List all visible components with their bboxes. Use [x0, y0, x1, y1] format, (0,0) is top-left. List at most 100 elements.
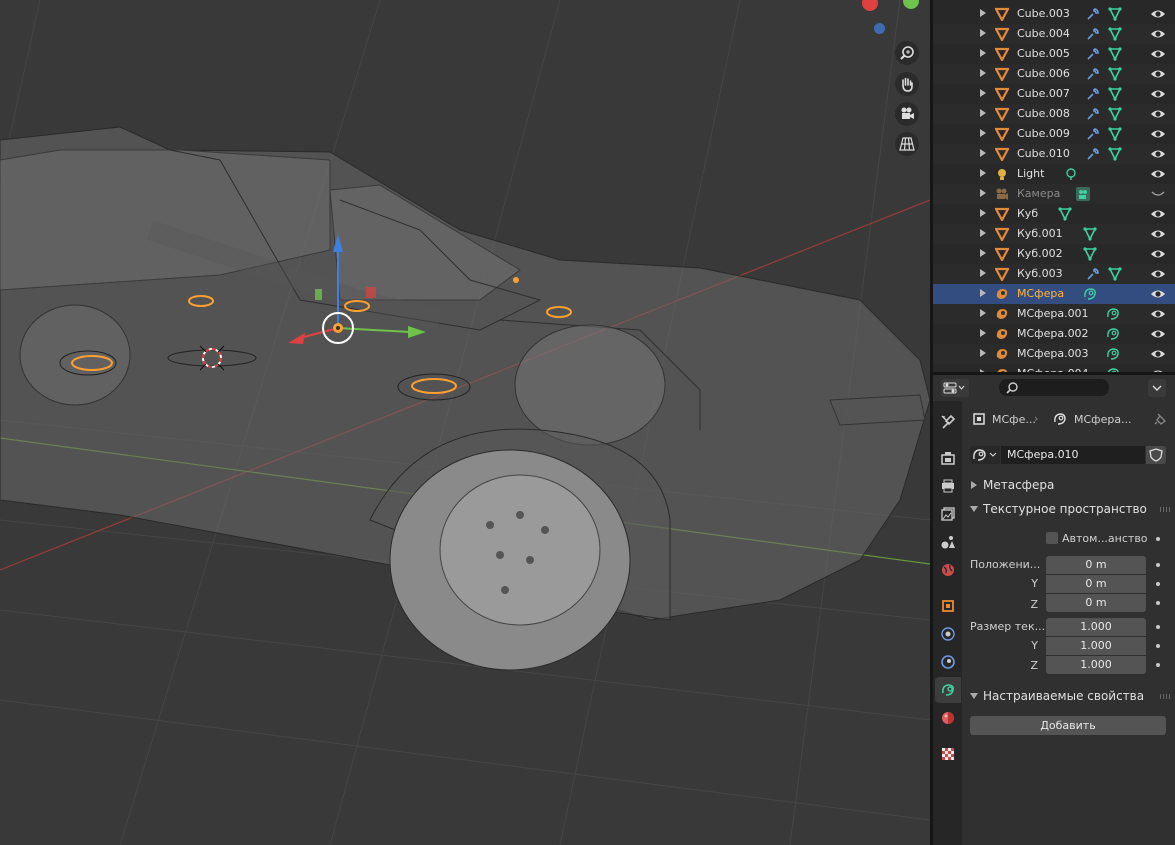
- car-model[interactable]: [0, 126, 930, 671]
- expand-arrow-icon[interactable]: [980, 289, 986, 297]
- eye-closed-icon[interactable]: [1150, 187, 1166, 201]
- outliner-row[interactable]: Куб.002: [933, 244, 1175, 264]
- outliner-row-name[interactable]: Куб.001: [1017, 227, 1063, 240]
- expand-arrow-icon[interactable]: [980, 309, 986, 317]
- eye-icon[interactable]: [1150, 47, 1166, 61]
- outliner-row[interactable]: Куб.003: [933, 264, 1175, 284]
- panel-metaball-header[interactable]: Метасфера: [962, 474, 1175, 496]
- eye-icon[interactable]: [1150, 147, 1166, 161]
- keyframe-dot[interactable]: [1156, 582, 1160, 586]
- add-property-button[interactable]: Добавить: [970, 716, 1166, 735]
- mesh-data-icon[interactable]: [1108, 127, 1122, 141]
- eye-icon[interactable]: [1150, 127, 1166, 141]
- mesh-data-icon[interactable]: [1108, 27, 1122, 41]
- expand-arrow-icon[interactable]: [980, 149, 986, 157]
- mesh-data-icon[interactable]: [1083, 227, 1097, 241]
- outliner-row[interactable]: Cube.010: [933, 144, 1175, 164]
- expand-arrow-icon[interactable]: [980, 69, 986, 77]
- expand-arrow-icon[interactable]: [980, 9, 986, 17]
- eye-icon[interactable]: [1150, 227, 1166, 241]
- eye-icon[interactable]: [1150, 307, 1166, 321]
- modifier-wrench-icon[interactable]: [1086, 147, 1100, 161]
- keyframe-dot[interactable]: [1156, 663, 1160, 667]
- outliner-row-name[interactable]: Cube.009: [1017, 127, 1070, 140]
- outliner-row-name[interactable]: МСфера.002: [1017, 327, 1089, 340]
- outliner-row[interactable]: Куб.001: [933, 224, 1175, 244]
- mesh-data-icon[interactable]: [1108, 47, 1122, 61]
- modifier-wrench-icon[interactable]: [1086, 27, 1100, 41]
- panel-drag-grip[interactable]: [1160, 507, 1171, 512]
- meta-data-icon[interactable]: [1106, 327, 1120, 341]
- outliner-row[interactable]: Cube.006: [933, 64, 1175, 84]
- eye-icon[interactable]: [1150, 27, 1166, 41]
- outliner-row[interactable]: Куб: [933, 204, 1175, 224]
- pan-button[interactable]: [895, 72, 919, 96]
- outliner-row-name[interactable]: Light: [1017, 167, 1044, 180]
- eye-icon[interactable]: [1150, 67, 1166, 81]
- outliner-row[interactable]: Cube.004: [933, 24, 1175, 44]
- tab-material[interactable]: [935, 705, 961, 731]
- keyframe-dot[interactable]: [1156, 644, 1160, 648]
- outliner-row[interactable]: МСфера.004: [933, 364, 1175, 372]
- mesh-data-icon[interactable]: [1108, 7, 1122, 21]
- eye-icon[interactable]: [1150, 7, 1166, 21]
- light-data-icon[interactable]: [1064, 167, 1078, 181]
- expand-arrow-icon[interactable]: [980, 189, 986, 197]
- perspective-toggle-button[interactable]: [895, 132, 919, 156]
- outliner-row-name[interactable]: Куб.002: [1017, 247, 1063, 260]
- expand-arrow-icon[interactable]: [980, 129, 986, 137]
- tab-render[interactable]: [935, 445, 961, 471]
- eye-icon[interactable]: [1150, 107, 1166, 121]
- tab-object[interactable]: [935, 593, 961, 619]
- auto-texspace-checkbox[interactable]: [1046, 532, 1058, 544]
- keyframe-dot[interactable]: [1156, 563, 1160, 567]
- eye-icon[interactable]: [1150, 287, 1166, 301]
- 3d-viewport[interactable]: [0, 0, 930, 845]
- outliner-row-name[interactable]: Cube.006: [1017, 67, 1070, 80]
- size-y-field[interactable]: 1.000: [1046, 637, 1146, 655]
- location-z-field[interactable]: 0 m: [1046, 594, 1146, 612]
- mesh-data-icon[interactable]: [1108, 87, 1122, 101]
- outliner-row-name[interactable]: Камера: [1017, 187, 1060, 200]
- eye-icon[interactable]: [1150, 87, 1166, 101]
- tab-world[interactable]: [935, 557, 961, 583]
- pin-icon[interactable]: [1153, 412, 1167, 426]
- outliner-row[interactable]: МСфера.002: [933, 324, 1175, 344]
- panel-custom-props-header[interactable]: Настраиваемые свойства: [962, 685, 1175, 707]
- expand-arrow-icon[interactable]: [980, 209, 986, 217]
- properties-search-input[interactable]: [999, 379, 1109, 396]
- camera-view-button[interactable]: [895, 102, 919, 126]
- outliner-row[interactable]: Cube.008: [933, 104, 1175, 124]
- keyframe-dot[interactable]: [1156, 601, 1160, 605]
- outliner-row[interactable]: Cube.003: [933, 4, 1175, 24]
- eye-icon[interactable]: [1150, 327, 1166, 341]
- eye-icon[interactable]: [1150, 167, 1166, 181]
- panel-texture-space-header[interactable]: Текстурное пространство: [962, 498, 1175, 520]
- location-x-field[interactable]: 0 m: [1046, 556, 1146, 574]
- camera-data-icon[interactable]: [1076, 187, 1090, 201]
- mesh-data-icon[interactable]: [1058, 207, 1072, 221]
- expand-arrow-icon[interactable]: [980, 269, 986, 277]
- meta-data-icon[interactable]: [1083, 287, 1097, 301]
- expand-arrow-icon[interactable]: [980, 169, 986, 177]
- meta-data-icon[interactable]: [1106, 347, 1120, 361]
- tab-tool[interactable]: [935, 409, 961, 435]
- outliner-row[interactable]: МСфера: [933, 284, 1175, 304]
- z-axis-gizmo-ball[interactable]: [874, 23, 885, 34]
- datablock-name-field[interactable]: МСфера.010: [1001, 446, 1145, 464]
- tab-scene[interactable]: [935, 529, 961, 555]
- modifier-wrench-icon[interactable]: [1086, 267, 1100, 281]
- modifier-wrench-icon[interactable]: [1086, 127, 1100, 141]
- modifier-wrench-icon[interactable]: [1086, 67, 1100, 81]
- mesh-data-icon[interactable]: [1108, 267, 1122, 281]
- mesh-data-icon[interactable]: [1108, 147, 1122, 161]
- tab-object-data[interactable]: [935, 677, 961, 703]
- expand-arrow-icon[interactable]: [980, 229, 986, 237]
- outliner-row[interactable]: Cube.009: [933, 124, 1175, 144]
- keyframe-dot[interactable]: [1156, 537, 1160, 541]
- expand-arrow-icon[interactable]: [980, 329, 986, 337]
- outliner-row-name[interactable]: Cube.004: [1017, 27, 1070, 40]
- tab-physics[interactable]: [935, 621, 961, 647]
- editor-type-button[interactable]: [941, 379, 969, 397]
- outliner-row-name[interactable]: Cube.005: [1017, 47, 1070, 60]
